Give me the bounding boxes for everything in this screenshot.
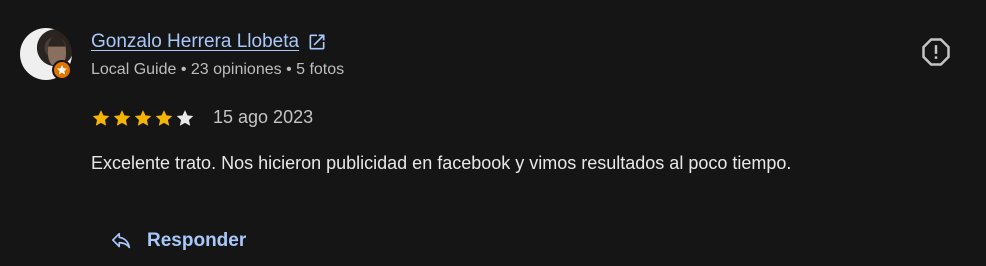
star-filled-icon: [92, 109, 110, 126]
star-rating: [91, 108, 195, 128]
star-icon: [57, 65, 67, 75]
star-filled-icon: [113, 109, 131, 126]
reply-label: Responder: [147, 230, 247, 251]
star-empty-icon: [176, 109, 194, 126]
local-guide-badge-icon: [52, 60, 72, 80]
report-icon[interactable]: [921, 37, 951, 67]
star-filled-icon: [155, 109, 173, 126]
reviewer-name-link[interactable]: Gonzalo Herrera Llobeta: [91, 31, 299, 53]
review-card: Gonzalo Herrera Llobeta Local Guide • 23…: [0, 0, 986, 266]
reviewer-name-row: Gonzalo Herrera Llobeta: [91, 31, 327, 53]
reply-button[interactable]: Responder: [111, 230, 246, 252]
reviewer-meta: Local Guide • 23 opiniones • 5 fotos: [91, 61, 345, 78]
review-date: 15 ago 2023: [213, 107, 314, 127]
reply-icon: [112, 232, 131, 249]
open-in-new-icon[interactable]: [307, 32, 327, 52]
star-filled-icon: [134, 109, 152, 126]
rating-row: 15 ago 2023: [91, 107, 313, 128]
review-text: Excelente trato. Nos hicieron publicidad…: [91, 153, 792, 173]
